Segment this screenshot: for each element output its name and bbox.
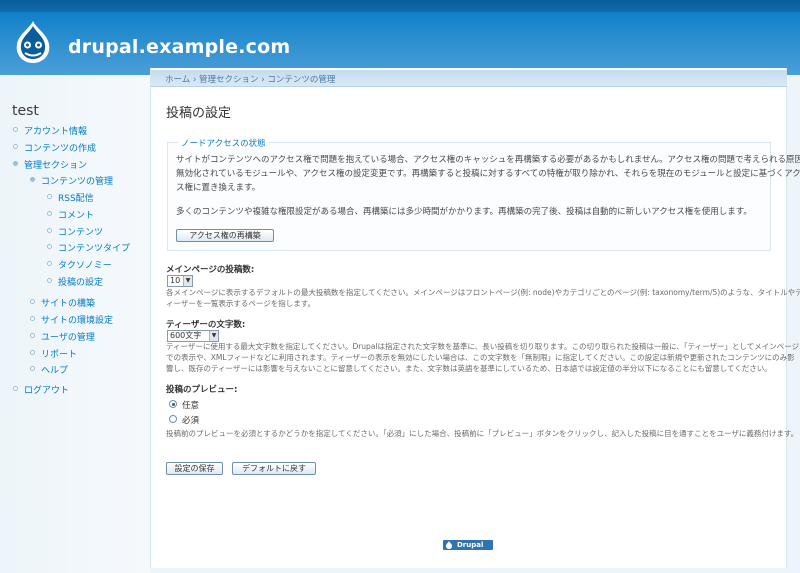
node-access-description-line: 無効化されているモジュールや、アクセス権の設定変更です。再構築すると投稿に対する… (176, 169, 800, 179)
posts-per-page-value: 10 (170, 276, 181, 285)
main-content: ホーム › 管理セクション › コンテンツの管理 投稿の設定 ノードアクセスの状… (150, 68, 800, 568)
posts-per-page-select[interactable]: 10 ▼ (167, 275, 193, 287)
nav-bullet-icon (30, 177, 35, 182)
sidebar-item-content-types[interactable]: コンテンツタイプ (58, 241, 130, 254)
nav-bullet-icon (30, 366, 35, 371)
drupal-logo-icon[interactable] (14, 20, 52, 64)
site-header: drupal.example.com (0, 0, 800, 75)
nav-bullet-icon (47, 228, 52, 233)
teaser-length-description-line: での表示や、XMLフィードなどに利用されます。ティーザーの表示を無効にしたい場合… (166, 353, 795, 362)
sidebar-item-site-building[interactable]: サイトの構築 (41, 296, 95, 309)
teaser-length-label: ティーザーの文字数: (166, 320, 246, 330)
reset-defaults-button[interactable]: デフォルトに戻す (232, 462, 316, 475)
nav-bullet-icon (30, 350, 35, 355)
nav-bullet-icon (47, 194, 52, 199)
sidebar-user-title: test (12, 103, 39, 119)
sidebar-item-logout[interactable]: ログアウト (24, 383, 69, 396)
chevron-down-icon: ▼ (183, 276, 192, 286)
powered-by-drupal-badge[interactable]: Drupal (443, 540, 493, 550)
sidebar-item-site-configuration[interactable]: サイトの環境設定 (41, 313, 113, 326)
node-access-legend[interactable]: ノードアクセスの状態 (178, 137, 269, 149)
sidebar-item-post-settings[interactable]: 投稿の設定 (58, 275, 103, 288)
sidebar-item-account[interactable]: アカウント情報 (24, 124, 87, 137)
sidebar-item-administer[interactable]: 管理セクション (24, 158, 87, 171)
nav-bullet-icon (47, 261, 52, 266)
breadcrumb[interactable]: ホーム › 管理セクション › コンテンツの管理 (165, 73, 335, 85)
teaser-length-value: 600文字 (170, 331, 202, 340)
preview-optional-radio[interactable] (169, 400, 177, 408)
sidebar-item-user-management[interactable]: ユーザの管理 (41, 330, 95, 343)
drupal-badge-text: Drupal (457, 541, 484, 549)
sidebar-item-help[interactable]: ヘルプ (41, 363, 68, 376)
sidebar-item-reports[interactable]: リポート (41, 347, 77, 360)
node-access-description-line: サイトがコンテンツへのアクセス権で問題を抱えている場合、アクセス権のキャッシュを… (176, 155, 800, 165)
posts-per-page-description-line: 各メインページに表示するデフォルトの最大投稿数を指定してください。メインページは… (166, 288, 800, 297)
nav-bullet-icon (30, 333, 35, 338)
nav-bullet-icon (13, 386, 18, 391)
preview-required-radio[interactable] (169, 415, 177, 423)
preview-description: 投稿前のプレビューを必須とするかどうかを指定してください。「必須」にした場合、投… (166, 429, 799, 438)
nav-bullet-icon (13, 144, 18, 149)
node-access-fieldset: ノードアクセスの状態 サイトがコンテンツへのアクセス権で問題を抱えている場合、ア… (167, 137, 800, 251)
teaser-length-description-line: ティーザーに使用する最大文字数を指定してください。Drupalは指定された文字数… (166, 342, 800, 351)
preview-optional-label[interactable]: 任意 (182, 399, 199, 411)
nav-bullet-icon (30, 299, 35, 304)
sidebar-item-content[interactable]: コンテンツ (58, 225, 103, 238)
nav-bullet-icon (30, 316, 35, 321)
nav-bullet-icon (13, 161, 18, 166)
node-access-description-line: ス権に置き換えます。 (176, 183, 261, 193)
sidebar-item-rss[interactable]: RSS配信 (58, 191, 94, 204)
posts-per-page-label: メインページの投稿数: (166, 265, 255, 275)
preview-required-label[interactable]: 必須 (182, 414, 199, 426)
page-title: 投稿の設定 (166, 106, 232, 121)
posts-per-page-description-line: ィーザーを一覧表示するページを指します。 (166, 299, 315, 308)
sidebar: test アカウント情報 コンテンツの作成 管理セクション コンテンツの管理 R… (0, 75, 150, 573)
header-top-bar (0, 0, 800, 12)
sidebar-item-content-management[interactable]: コンテンツの管理 (41, 174, 113, 187)
breadcrumb-bar: ホーム › 管理セクション › コンテンツの管理 (151, 70, 787, 87)
sidebar-item-taxonomy[interactable]: タクソノミー (58, 258, 112, 271)
save-settings-button[interactable]: 設定の保存 (166, 462, 223, 475)
drupal-drop-icon (446, 541, 452, 549)
nav-bullet-icon (47, 278, 52, 283)
teaser-length-description-line: 響し、既存のティーザーには影響を与えないことに留意してください。また、文字数は英… (166, 364, 772, 373)
chevron-down-icon: ▼ (209, 331, 218, 341)
nav-bullet-icon (13, 127, 18, 132)
site-name[interactable]: drupal.example.com (68, 36, 290, 58)
sidebar-item-create-content[interactable]: コンテンツの作成 (24, 141, 96, 154)
nav-bullet-icon (47, 244, 52, 249)
rebuild-permissions-button[interactable]: アクセス権の再構築 (176, 229, 274, 242)
sidebar-item-comments[interactable]: コメント (58, 208, 94, 221)
preview-label: 投稿のプレビュー: (166, 385, 238, 395)
nav-bullet-icon (47, 211, 52, 216)
node-access-rebuild-note: 多くのコンテンツや複雑な権限設定がある場合、再構築には多少時間がかかります。再構… (176, 207, 752, 217)
